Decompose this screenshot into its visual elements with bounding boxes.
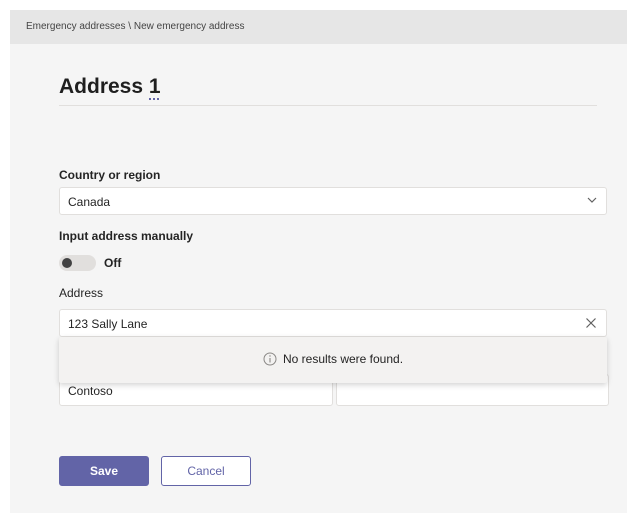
toggle-knob xyxy=(62,258,72,268)
page-title: Address 1 xyxy=(59,75,161,99)
close-icon[interactable] xyxy=(585,317,597,329)
country-dropdown[interactable]: Canada xyxy=(59,187,607,215)
page-title-prefix: Address xyxy=(59,75,149,98)
address-label: Address xyxy=(59,286,104,300)
cancel-button[interactable]: Cancel xyxy=(161,456,251,486)
page-title-number: 1 xyxy=(148,75,161,98)
breadcrumb-current: New emergency address xyxy=(133,21,245,32)
breadcrumb-bar: Emergency addresses \ New emergency addr… xyxy=(10,10,627,44)
manual-address-label: Input address manually xyxy=(59,229,194,243)
organization-value: Contoso xyxy=(68,384,113,398)
address-value: 123 Sally Lane xyxy=(68,317,148,331)
country-value: Canada xyxy=(68,195,111,209)
manual-address-toggle[interactable] xyxy=(59,255,96,271)
save-button[interactable]: Save xyxy=(59,456,149,486)
info-icon xyxy=(263,352,277,366)
address-input[interactable]: 123 Sally Lane xyxy=(59,309,607,337)
no-results-message: No results were found. xyxy=(59,352,607,366)
breadcrumb-separator: \ xyxy=(125,21,134,32)
no-results-text: No results were found. xyxy=(282,352,404,366)
page-frame: Emergency addresses \ New emergency addr… xyxy=(10,10,627,513)
country-label: Country or region xyxy=(59,168,161,182)
toggle-state-text: Off xyxy=(104,256,122,270)
breadcrumb: Emergency addresses \ New emergency addr… xyxy=(26,21,244,32)
chevron-down-icon xyxy=(587,197,597,203)
breadcrumb-parent-link[interactable]: Emergency addresses xyxy=(26,21,126,32)
title-divider xyxy=(59,105,597,106)
address-suggestions-popup: No results were found. xyxy=(59,337,607,383)
